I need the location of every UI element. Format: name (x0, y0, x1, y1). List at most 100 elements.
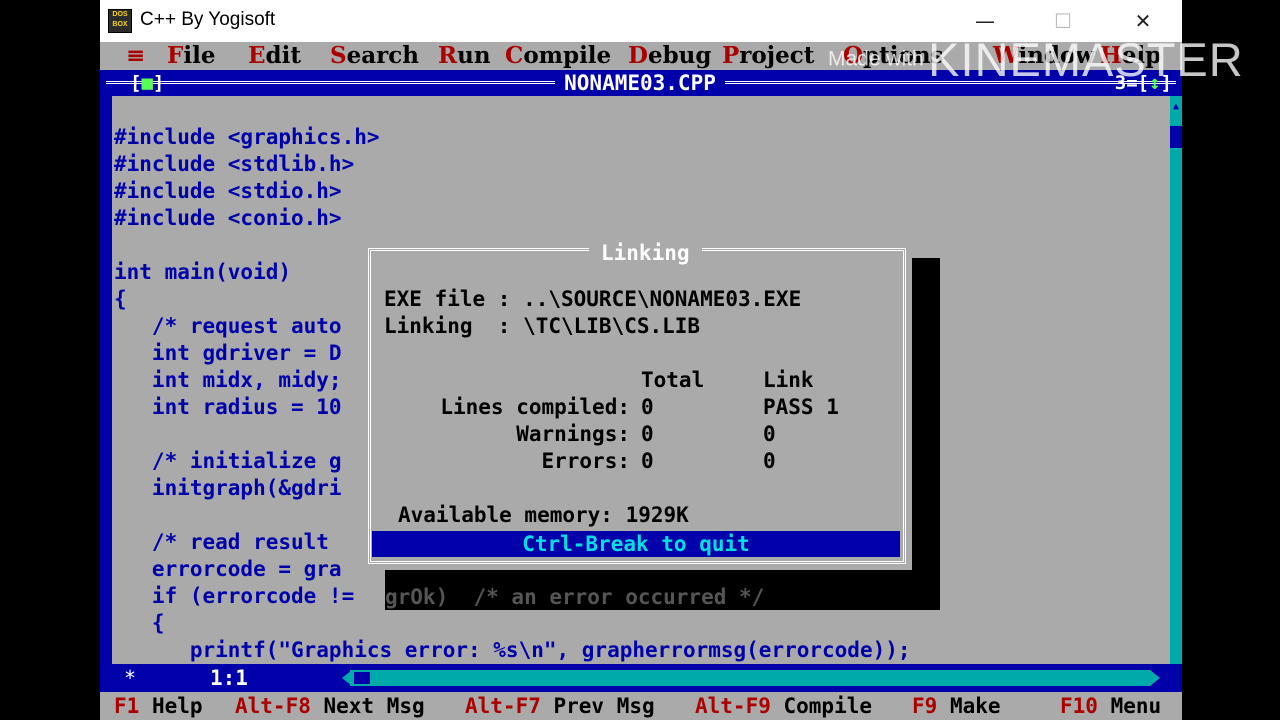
fkey-menu[interactable]: F10 Menu (1060, 692, 1161, 720)
menu-edit-hotkey: E (248, 42, 266, 69)
menu-compile-label: ompile (523, 42, 612, 69)
row-label: Lines compiled: (440, 395, 630, 419)
menu-file[interactable]: File (167, 42, 215, 70)
vertical-scrollbar[interactable]: ▲ (1170, 96, 1182, 664)
shadowed-code-text: grOk) /* an error occurred */ (385, 585, 765, 609)
watermark-big: KINEMASTER (928, 33, 1244, 86)
fkey-label: Menu (1097, 694, 1162, 718)
code-line: #include <graphics.h> (114, 125, 380, 149)
menu-run-hotkey: R (438, 42, 458, 69)
scroll-left-icon[interactable] (342, 670, 352, 686)
menu-debug[interactable]: Debug (628, 42, 711, 70)
minimize-icon: — (975, 9, 995, 33)
close-box-right: ] (152, 72, 165, 94)
row-total: 0 (641, 395, 654, 419)
vertical-scroll-thumb[interactable] (1170, 126, 1182, 148)
code-line: int radius = 10 (114, 395, 342, 419)
row-label: Warnings: (516, 422, 630, 446)
fkey-label: Compile (770, 694, 873, 718)
watermark-small: Made with (828, 47, 924, 71)
exe-file-line: EXE file : ..\SOURCE\NONAME03.EXE (384, 287, 802, 311)
scroll-up-icon[interactable]: ▲ (1170, 102, 1182, 112)
code-line: /* initialize g (114, 449, 342, 473)
close-box-left: [ (130, 72, 142, 94)
cursor-position: 1:1 (210, 666, 248, 690)
close-icon: ✕ (1134, 9, 1152, 33)
editor-close-box[interactable]: [■] (130, 70, 164, 96)
fkey-label: Next Msg (310, 694, 425, 718)
header-link: Link (763, 368, 814, 392)
menu-file-hotkey: F (167, 42, 184, 69)
menu-debug-hotkey: D (628, 42, 648, 69)
editor-filename: NONAME03.CPP (555, 70, 725, 96)
fkey-label: Make (937, 694, 1001, 718)
fkey-label: Prev Msg (540, 694, 655, 718)
function-key-bar: F1 Help Alt-F8 Next Msg Alt-F7 Prev Msg … (100, 692, 1182, 720)
code-line: /* read result (114, 530, 329, 554)
system-menu[interactable]: ≡ (126, 42, 145, 70)
menu-edit[interactable]: Edit (248, 42, 301, 70)
menu-search-hotkey: S (330, 42, 347, 69)
code-line: /* request auto (114, 314, 342, 338)
maximize-icon: ☐ (1054, 9, 1072, 33)
row-total: 0 (641, 449, 654, 473)
fkey-label: Help (139, 694, 203, 718)
close-box-icon: ■ (141, 72, 153, 94)
menu-debug-label: ebug (647, 42, 712, 69)
scroll-right-icon[interactable] (1150, 670, 1160, 686)
menu-project-hotkey: P (722, 42, 740, 69)
row-link: 0 (763, 449, 776, 473)
available-memory: Available memory: 1929K (398, 503, 689, 527)
code-line: int midx, midy; (114, 368, 342, 392)
menu-compile[interactable]: Compile (505, 42, 611, 70)
menu-compile-hotkey: C (505, 42, 524, 69)
code-line: initgraph(&gdri (114, 476, 342, 500)
fkey-key: F1 (114, 694, 140, 718)
horizontal-scroll-thumb[interactable] (354, 672, 370, 684)
code-line: int gdriver = D (114, 341, 342, 365)
fkey-key: F9 (912, 694, 938, 718)
icon-text-top: DOS (112, 11, 128, 18)
menu-search[interactable]: Search (330, 42, 419, 70)
code-line: { (114, 287, 127, 311)
row-total: 0 (641, 422, 654, 446)
menu-search-label: earch (346, 42, 420, 69)
code-line: { (114, 611, 165, 635)
fkey-make[interactable]: F9 Make (912, 692, 1001, 720)
horizontal-scrollbar[interactable] (342, 670, 1160, 686)
header-total: Total (641, 368, 705, 392)
menu-file-label: ile (183, 42, 216, 69)
menu-run-label: un (457, 42, 491, 69)
menu-project[interactable]: Project (722, 42, 814, 70)
dosbox-app-icon: DOS BOX (108, 9, 132, 33)
row-link: 0 (763, 422, 776, 446)
menu-run[interactable]: Run (438, 42, 491, 70)
row-link: PASS 1 (763, 395, 839, 419)
menu-edit-label: dit (265, 42, 301, 69)
code-line: #include <stdlib.h> (114, 152, 355, 176)
code-line: int main(void) (114, 260, 292, 284)
fkey-help[interactable]: F1 Help (114, 692, 203, 720)
fkey-key: Alt-F9 (695, 694, 771, 718)
code-line: #include <conio.h> (114, 206, 342, 230)
row-label: Errors: (541, 449, 630, 473)
linking-dialog: Linking EXE file : ..\SOURCE\NONAME03.EX… (362, 241, 912, 570)
code-line: #include <stdio.h> (114, 179, 342, 203)
fkey-key: Alt-F7 (465, 694, 541, 718)
kinemaster-watermark: Made with KINEMASTER (828, 32, 1244, 87)
window-title: C++ By Yogisoft (140, 9, 276, 30)
icon-text-bottom: BOX (112, 21, 128, 28)
dialog-title: Linking (589, 241, 702, 265)
fkey-key: F10 (1060, 694, 1098, 718)
fkey-key: Alt-F8 (235, 694, 311, 718)
code-line: printf("Graphics error: %s\n", grapherro… (114, 638, 911, 662)
code-line: errorcode = gra (114, 557, 342, 581)
ctrl-break-quit-bar[interactable]: Ctrl-Break to quit (372, 531, 900, 557)
fkey-next-msg[interactable]: Alt-F8 Next Msg (235, 692, 425, 720)
linking-line: Linking : \TC\LIB\CS.LIB (384, 314, 701, 338)
fkey-prev-msg[interactable]: Alt-F7 Prev Msg (465, 692, 655, 720)
code-line: if (errorcode != (114, 584, 355, 608)
fkey-compile[interactable]: Alt-F9 Compile (695, 692, 872, 720)
menu-project-label: roject (739, 42, 815, 69)
modified-indicator: * (124, 666, 137, 690)
